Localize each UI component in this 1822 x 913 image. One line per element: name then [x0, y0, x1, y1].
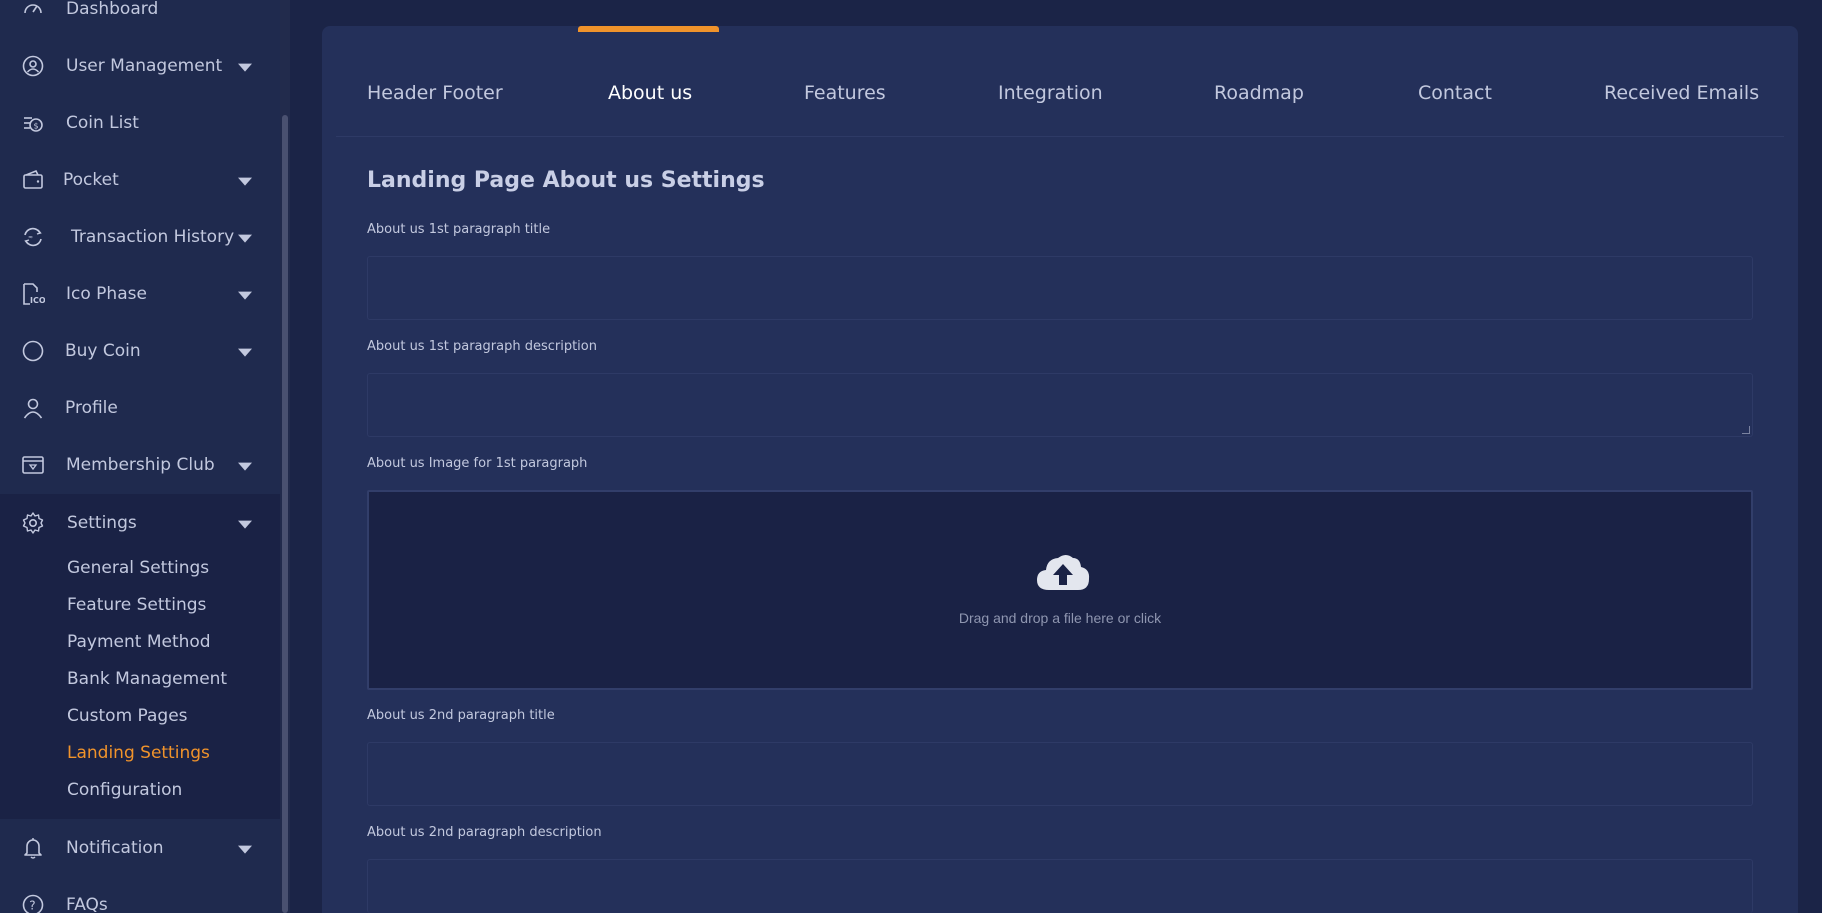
sidebar-item-buy-coin[interactable]: Buy Coin — [0, 322, 281, 379]
svg-text:≈: ≈ — [28, 234, 33, 241]
field-label: About us 1st paragraph description — [367, 339, 597, 354]
settings-sub-bank-management[interactable]: Bank Management — [67, 669, 227, 689]
settings-sub-feature-settings[interactable]: Feature Settings — [67, 595, 206, 615]
sidebar-item-coin-list[interactable]: $ Coin List — [0, 94, 281, 151]
svg-text:ICO: ICO — [30, 296, 45, 305]
sidebar-item-label: Dashboard — [66, 0, 159, 19]
sidebar-item-pocket[interactable]: Pocket — [0, 151, 281, 208]
settings-sub-general-settings[interactable]: General Settings — [67, 558, 209, 578]
tab-integration[interactable]: Integration — [998, 82, 1103, 104]
sidebar-item-label: Settings — [67, 512, 137, 533]
coin-list-icon: $ — [20, 110, 46, 136]
field-label: About us Image for 1st paragraph — [367, 456, 588, 471]
tab-bar: Header Footer About us Features Integrat… — [322, 26, 1798, 138]
page-title: Landing Page About us Settings — [367, 168, 765, 193]
settings-sub-landing-settings[interactable]: Landing Settings — [67, 743, 210, 763]
svg-text:?: ? — [29, 898, 35, 912]
dropzone-message: Drag and drop a file here or click — [958, 610, 1162, 626]
exchange-icon: ≈ — [20, 224, 46, 250]
circle-icon — [20, 338, 46, 364]
sidebar-item-label: FAQs — [66, 894, 108, 913]
about-2nd-title-input[interactable] — [367, 742, 1753, 806]
sidebar-item-label: Coin List — [66, 112, 139, 133]
chevron-down-icon — [238, 291, 252, 300]
field-label: About us 1st paragraph title — [367, 222, 551, 237]
about-2nd-description-textarea[interactable] — [367, 859, 1753, 913]
sidebar-item-label: Pocket — [63, 169, 119, 190]
tab-about-us[interactable]: About us — [608, 82, 692, 104]
sidebar-item-ico-phase[interactable]: ICO Ico Phase — [0, 265, 281, 322]
sidebar-item-settings[interactable]: Settings — [0, 494, 281, 551]
person-icon — [20, 395, 46, 421]
tab-contact[interactable]: Contact — [1418, 82, 1492, 104]
sidebar-item-label: Ico Phase — [66, 283, 147, 304]
membership-card-icon — [20, 452, 46, 478]
sidebar-item-dashboard[interactable]: Dashboard — [0, 0, 281, 37]
sidebar-item-label: User Management — [66, 55, 223, 76]
field-label: About us 2nd paragraph description — [367, 825, 602, 840]
chevron-down-icon — [238, 234, 252, 243]
field-label: About us 2nd paragraph title — [367, 708, 555, 723]
settings-sub-payment-method[interactable]: Payment Method — [67, 632, 211, 652]
user-circle-icon — [20, 53, 46, 79]
settings-sub-configuration[interactable]: Configuration — [67, 780, 182, 800]
question-icon: ? — [20, 892, 46, 913]
sidebar-item-label: Membership Club — [66, 454, 215, 475]
sidebar-item-label: Buy Coin — [65, 340, 141, 361]
cloud-upload-icon — [1037, 555, 1090, 590]
sidebar-item-faqs[interactable]: ? FAQs — [0, 876, 281, 913]
sidebar-item-notification[interactable]: Notification — [0, 819, 281, 876]
about-1st-title-input[interactable] — [367, 256, 1753, 320]
settings-sub-custom-pages[interactable]: Custom Pages — [67, 706, 188, 726]
tab-received-emails[interactable]: Received Emails — [1604, 82, 1759, 104]
tab-features[interactable]: Features — [804, 82, 886, 104]
sidebar-item-label: Notification — [66, 837, 164, 858]
chevron-down-icon — [238, 845, 252, 854]
tab-header-footer[interactable]: Header Footer — [367, 82, 503, 104]
image-dropzone[interactable]: Drag and drop a file here or click — [367, 490, 1753, 690]
resize-handle-icon[interactable] — [1742, 426, 1750, 434]
sidebar-item-user-management[interactable]: User Management — [0, 37, 281, 94]
sidebar-item-label: Profile — [65, 397, 118, 418]
tab-roadmap[interactable]: Roadmap — [1214, 82, 1304, 104]
wallet-icon — [20, 167, 46, 193]
svg-text:$: $ — [34, 121, 39, 130]
sidebar-item-transaction-history[interactable]: ≈ Transaction History — [0, 208, 281, 265]
sidebar-item-label: Transaction History — [71, 226, 235, 247]
chevron-down-icon — [238, 348, 252, 357]
gauge-icon — [20, 0, 46, 22]
tabs-divider — [336, 136, 1784, 137]
gear-icon — [20, 510, 46, 536]
sidebar: Dashboard User Management $ Coin List Po… — [0, 0, 281, 913]
chevron-down-icon — [238, 462, 252, 471]
ico-file-icon: ICO — [20, 281, 46, 307]
chevron-down-icon — [238, 177, 252, 186]
about-1st-description-textarea[interactable] — [367, 373, 1753, 437]
bell-icon — [20, 835, 46, 861]
sidebar-item-profile[interactable]: Profile — [0, 379, 281, 436]
sidebar-item-membership-club[interactable]: Membership Club — [0, 436, 281, 493]
chevron-down-icon — [238, 63, 252, 72]
chevron-down-icon — [238, 520, 252, 529]
sidebar-scrollbar[interactable] — [282, 115, 288, 913]
